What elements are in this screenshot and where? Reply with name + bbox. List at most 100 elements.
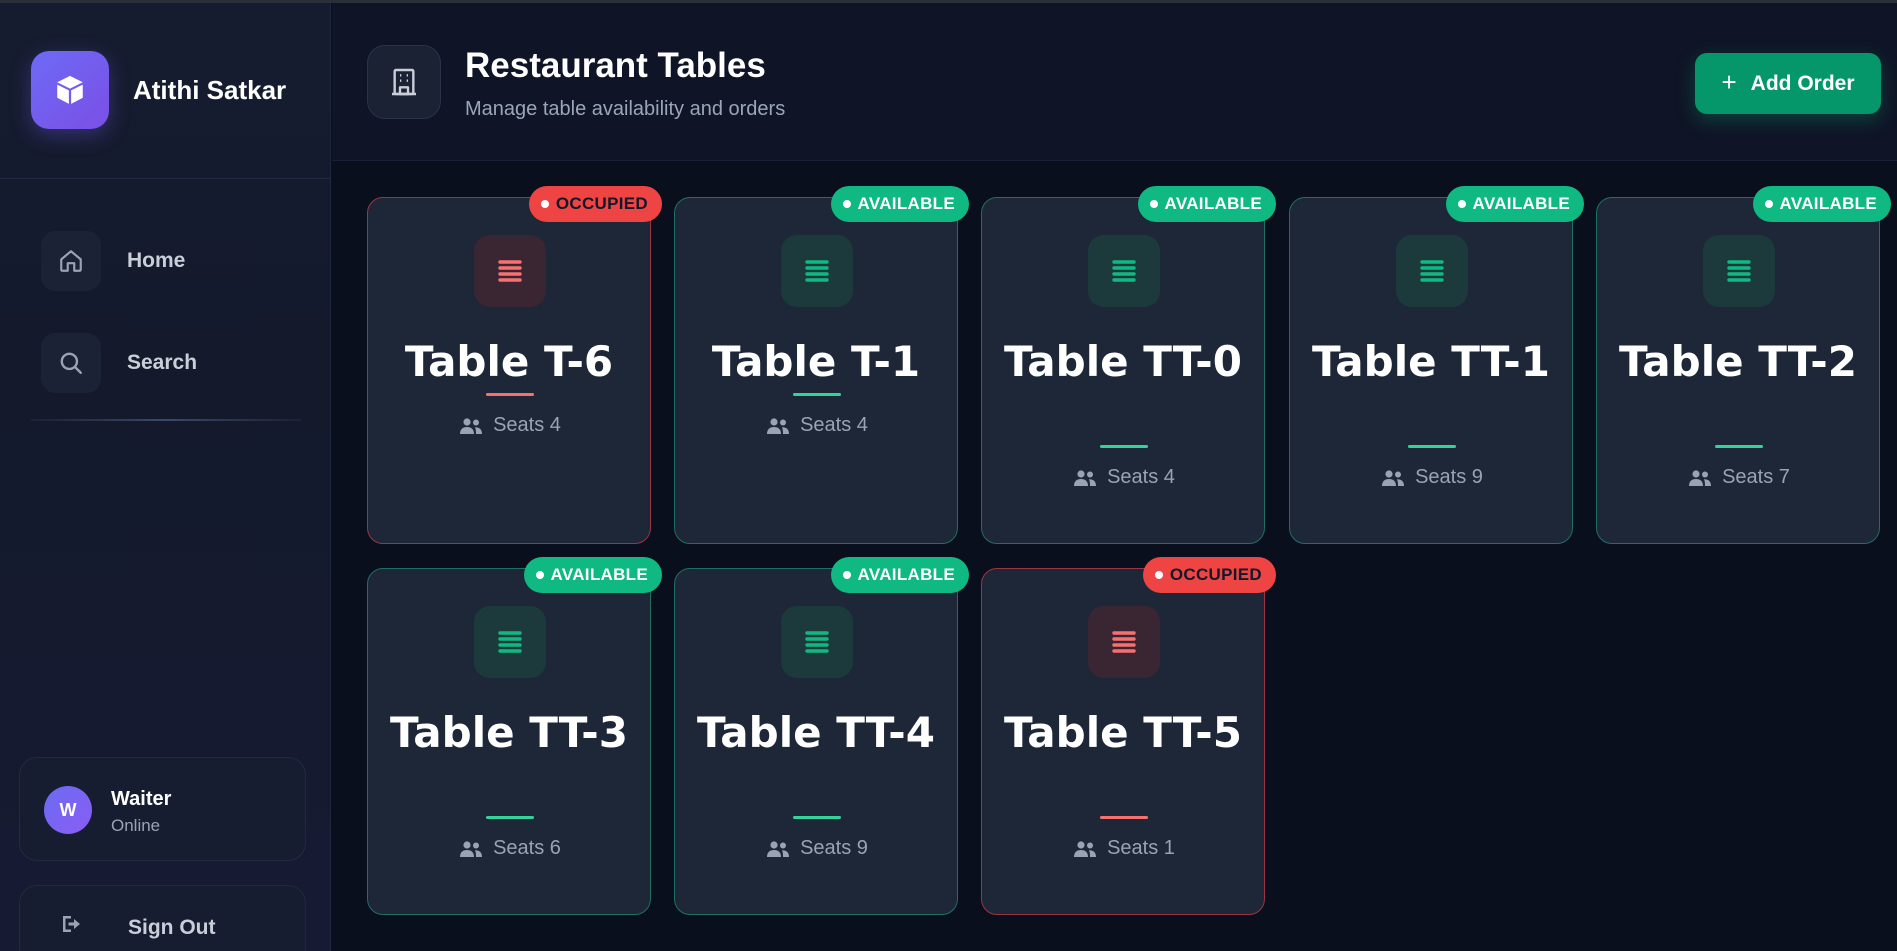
status-dot-icon	[1457, 200, 1466, 208]
title-underline	[486, 393, 534, 396]
status-badge: AVAILABLE	[1137, 186, 1276, 222]
people-icon	[1382, 469, 1405, 486]
status-badge: AVAILABLE	[523, 557, 662, 593]
title-underline	[793, 393, 841, 396]
status-label: OCCUPIED	[555, 194, 648, 213]
table-name: Table TT-3	[390, 708, 628, 757]
status-label: AVAILABLE	[1472, 194, 1570, 213]
seats-info: Seats 9	[1290, 466, 1574, 489]
seats-label: Seats 1	[1107, 837, 1175, 859]
user-status: Online	[111, 816, 161, 835]
status-label: AVAILABLE	[857, 194, 955, 213]
people-icon	[460, 417, 483, 434]
app-name: Atithi Satkar	[133, 75, 287, 105]
seats-info: Seats 6	[368, 837, 652, 860]
seats-info: Seats 9	[675, 837, 959, 860]
table-card[interactable]: OCCUPIED Table T-6 Seats 4	[367, 186, 662, 544]
add-order-label: Add Order	[1750, 71, 1855, 95]
title-underline	[1408, 445, 1456, 448]
home-icon	[41, 231, 101, 291]
menu-lines-icon	[781, 606, 853, 678]
building-icon	[367, 45, 441, 119]
table-card[interactable]: AVAILABLE Table T-1 Seats 4	[674, 186, 969, 544]
status-dot-icon	[540, 200, 549, 208]
status-label: AVAILABLE	[1779, 194, 1877, 213]
sign-out-button[interactable]: Sign Out	[19, 885, 306, 951]
seats-label: Seats 9	[1415, 466, 1483, 488]
title-underline	[1715, 445, 1763, 448]
table-card[interactable]: AVAILABLE Table TT-3 Seats 6	[367, 557, 662, 915]
people-icon	[767, 417, 790, 434]
menu-lines-icon	[1396, 235, 1468, 307]
sign-out-label: Sign Out	[128, 916, 216, 939]
people-icon	[1074, 840, 1097, 857]
status-dot-icon	[842, 571, 851, 579]
nav-item-home[interactable]: Home	[41, 229, 301, 293]
status-dot-icon	[842, 200, 851, 208]
table-card[interactable]: AVAILABLE Table TT-2 Seats 7	[1596, 186, 1891, 544]
menu-lines-icon	[1703, 235, 1775, 307]
menu-lines-icon	[781, 235, 853, 307]
nav-divider	[31, 419, 301, 421]
table-name: Table TT-2	[1619, 337, 1857, 386]
sidebar: Atithi Satkar Home Search W Waiter Onlin…	[0, 3, 331, 951]
status-label: AVAILABLE	[857, 565, 955, 584]
page-subtitle: Manage table availability and orders	[465, 98, 786, 120]
table-card[interactable]: OCCUPIED Table TT-5 Seats 1	[981, 557, 1276, 915]
brand-header: Atithi Satkar	[0, 3, 331, 179]
nav-item-search[interactable]: Search	[41, 331, 301, 395]
menu-lines-icon	[1088, 606, 1160, 678]
status-badge: AVAILABLE	[1445, 186, 1584, 222]
status-badge: OCCUPIED	[1142, 557, 1276, 593]
status-dot-icon	[1764, 200, 1773, 208]
menu-lines-icon	[474, 606, 546, 678]
cube-logo-icon[interactable]	[31, 51, 109, 129]
table-name: Table TT-5	[1004, 708, 1242, 757]
seats-label: Seats 9	[800, 837, 868, 859]
people-icon	[1689, 469, 1712, 486]
status-dot-icon	[1154, 571, 1163, 579]
nav-label-home: Home	[127, 249, 186, 272]
seats-info: Seats 4	[982, 466, 1266, 489]
seats-info: Seats 7	[1597, 466, 1881, 489]
search-icon	[41, 333, 101, 393]
user-name: Waiter	[111, 788, 172, 810]
title-underline	[1100, 816, 1148, 819]
title-underline	[793, 816, 841, 819]
seats-label: Seats 4	[800, 414, 868, 436]
people-icon	[460, 840, 483, 857]
avatar: W	[44, 786, 92, 834]
status-badge: AVAILABLE	[1752, 186, 1891, 222]
seats-info: Seats 1	[982, 837, 1266, 860]
table-name: Table TT-1	[1312, 337, 1550, 386]
status-label: AVAILABLE	[550, 565, 648, 584]
seats-info: Seats 4	[368, 414, 652, 437]
title-underline	[486, 816, 534, 819]
status-dot-icon	[535, 571, 544, 579]
table-name: Table T-6	[404, 337, 614, 386]
table-card[interactable]: AVAILABLE Table TT-4 Seats 9	[674, 557, 969, 915]
seats-label: Seats 4	[493, 414, 561, 436]
nav-label-search: Search	[127, 351, 198, 374]
table-card[interactable]: AVAILABLE Table TT-0 Seats 4	[981, 186, 1276, 544]
status-label: AVAILABLE	[1164, 194, 1262, 213]
seats-label: Seats 6	[493, 837, 561, 859]
status-badge: AVAILABLE	[830, 557, 969, 593]
user-profile-card[interactable]: W Waiter Online	[19, 757, 306, 861]
add-order-button[interactable]: + Add Order	[1695, 53, 1881, 114]
status-dot-icon	[1149, 200, 1158, 208]
people-icon	[767, 840, 790, 857]
plus-icon: +	[1721, 66, 1737, 97]
table-card[interactable]: AVAILABLE Table TT-1 Seats 9	[1289, 186, 1584, 544]
menu-lines-icon	[474, 235, 546, 307]
seats-label: Seats 4	[1107, 466, 1175, 488]
status-badge: OCCUPIED	[528, 186, 662, 222]
table-name: Table T-1	[711, 337, 921, 386]
page-header: Restaurant Tables Manage table availabil…	[332, 3, 1897, 161]
menu-lines-icon	[1088, 235, 1160, 307]
table-name: Table TT-4	[697, 708, 935, 757]
table-name: Table TT-0	[1004, 337, 1242, 386]
status-label: OCCUPIED	[1169, 565, 1262, 584]
seats-info: Seats 4	[675, 414, 959, 437]
sign-out-icon	[60, 912, 84, 941]
